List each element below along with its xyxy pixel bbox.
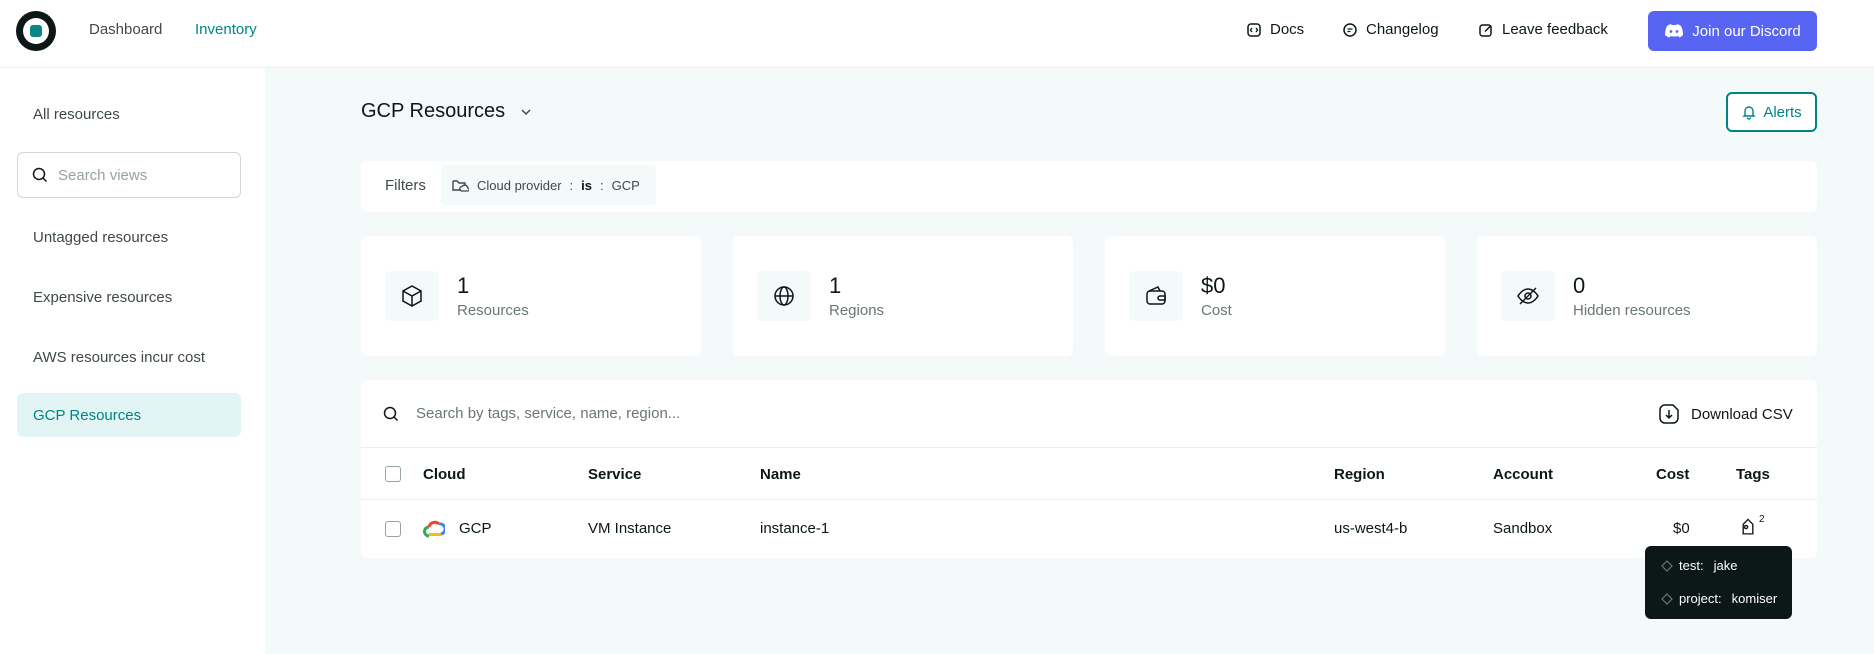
download-icon <box>1659 404 1679 424</box>
search-views-placeholder: Search views <box>58 166 148 184</box>
komiser-logo[interactable] <box>16 11 56 51</box>
cell-cloud: GCP <box>459 520 492 537</box>
stat-value: 0 <box>1573 273 1586 298</box>
filter-field: Cloud provider <box>477 177 562 193</box>
tag-icon <box>1661 559 1673 572</box>
tags-trigger[interactable]: 2 <box>1737 514 1767 542</box>
join-discord-button[interactable]: Join our Discord <box>1648 11 1817 51</box>
stat-value: 1 <box>829 273 842 298</box>
tooltip-tag: project: komiser <box>1661 591 1777 606</box>
sidebar-item-aws-cost[interactable]: AWS resources incur cost <box>17 335 241 379</box>
stat-value: $0 <box>1201 273 1226 298</box>
tag-value: jake <box>1713 558 1738 573</box>
cell-region: us-west4-b <box>1334 520 1408 537</box>
stat-card-regions: 1 Regions <box>733 236 1073 356</box>
alerts-label: Alerts <box>1763 103 1802 121</box>
search-views-input[interactable]: Search views <box>17 152 241 198</box>
column-header-name[interactable]: Name <box>760 466 801 483</box>
stat-caption: Resources <box>457 302 529 319</box>
sidebar-item-untagged[interactable]: Untagged resources <box>17 215 241 259</box>
tag-value: komiser <box>1731 591 1778 606</box>
column-header-account[interactable]: Account <box>1493 466 1553 483</box>
cell-service: VM Instance <box>588 520 672 537</box>
stat-value: 1 <box>457 273 470 298</box>
bell-icon <box>1742 106 1757 120</box>
sidebar: All resources Search views Untagged reso… <box>0 68 265 654</box>
chevron-down-icon <box>521 108 531 115</box>
filters-bar: Filters Cloud provider : is : GCP <box>361 161 1817 212</box>
column-header-cloud[interactable]: Cloud <box>423 466 466 483</box>
table-header: Cloud Service Name Region Account Cost T… <box>361 448 1817 500</box>
sidebar-item-all-resources[interactable]: All resources <box>17 92 241 136</box>
filter-operator: is <box>581 177 593 193</box>
cube-icon <box>385 271 439 321</box>
column-header-tags[interactable]: Tags <box>1736 466 1770 483</box>
edit-icon <box>1479 23 1492 37</box>
filter-chip[interactable]: Cloud provider : is : GCP <box>441 165 656 205</box>
row-checkbox[interactable] <box>385 521 401 537</box>
eye-off-icon <box>1501 271 1555 321</box>
download-csv-label: Download CSV <box>1691 405 1793 423</box>
tag-key: test: <box>1679 558 1704 573</box>
table-search-input[interactable]: Search by tags, service, name, region...… <box>361 380 1817 448</box>
search-icon <box>383 406 399 422</box>
filter-separator: : <box>569 177 574 193</box>
cloud-folder-icon <box>452 180 469 192</box>
discord-icon <box>1665 24 1684 38</box>
globe-icon <box>757 271 811 321</box>
page-title-text: GCP Resources <box>361 100 506 122</box>
tag-icon <box>1661 592 1673 605</box>
table-search-placeholder: Search by tags, service, name, region... <box>416 405 681 422</box>
docs-link[interactable]: Docs <box>1246 21 1304 38</box>
download-csv-button[interactable]: Download CSV <box>1657 402 1793 426</box>
stat-card-hidden: 0 Hidden resources <box>1477 236 1817 356</box>
stat-caption: Hidden resources <box>1573 302 1691 319</box>
feedback-label: Leave feedback <box>1502 21 1608 38</box>
page-title[interactable]: GCP Resources <box>361 100 533 123</box>
changelog-label: Changelog <box>1366 21 1439 38</box>
tag-count: 2 <box>1759 514 1765 525</box>
table-row[interactable]: GCP VM Instance instance-1 us-west4-b Sa… <box>361 500 1817 558</box>
changelog-link[interactable]: Changelog <box>1342 21 1439 38</box>
stat-card-resources: 1 Resources <box>361 236 701 356</box>
cell-name: instance-1 <box>760 520 830 537</box>
stat-card-cost: $0 Cost <box>1105 236 1445 356</box>
changelog-icon <box>1343 22 1357 37</box>
stat-caption: Cost <box>1201 302 1232 319</box>
stat-caption: Regions <box>829 302 885 319</box>
tooltip-tag: test: jake <box>1661 558 1737 573</box>
search-icon <box>32 167 48 183</box>
gcp-logo-icon <box>423 520 445 538</box>
filter-value: GCP <box>611 177 640 193</box>
tags-tooltip: test: jake project: komiser <box>1645 546 1792 619</box>
column-header-cost[interactable]: Cost <box>1656 466 1689 483</box>
top-nav: Dashboard Inventory Docs Changelog Leave… <box>0 0 1874 68</box>
alerts-button[interactable]: Alerts <box>1726 92 1817 132</box>
tag-icon <box>1742 518 1754 535</box>
select-all-checkbox[interactable] <box>385 466 401 482</box>
sidebar-item-expensive[interactable]: Expensive resources <box>17 275 241 319</box>
column-header-service[interactable]: Service <box>588 466 641 483</box>
tag-key: project: <box>1679 591 1722 606</box>
nav-inventory[interactable]: Inventory <box>195 21 257 38</box>
docs-label: Docs <box>1270 21 1305 38</box>
nav-dashboard[interactable]: Dashboard <box>89 21 162 38</box>
sidebar-item-gcp-resources[interactable]: GCP Resources <box>17 393 241 437</box>
filter-separator: : <box>600 177 604 193</box>
column-header-region[interactable]: Region <box>1334 466 1385 483</box>
wallet-icon <box>1129 271 1183 321</box>
discord-label: Join our Discord <box>1692 22 1801 40</box>
cell-account: Sandbox <box>1493 520 1553 537</box>
docs-icon <box>1247 22 1261 37</box>
cell-cost: $0 <box>1673 520 1690 537</box>
inventory-table: Search by tags, service, name, region...… <box>361 380 1817 558</box>
leave-feedback-link[interactable]: Leave feedback <box>1478 21 1608 38</box>
filters-label: Filters <box>385 177 426 194</box>
